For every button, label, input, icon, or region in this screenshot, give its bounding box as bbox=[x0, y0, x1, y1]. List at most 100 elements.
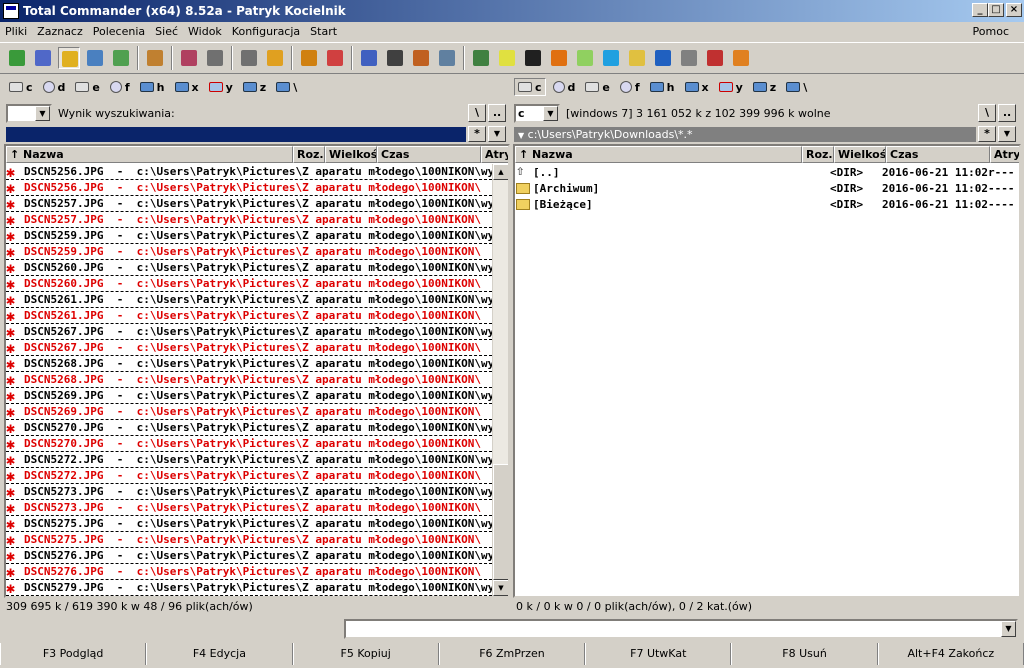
fkey-button-4[interactable]: F6 ZmPrzen bbox=[438, 643, 586, 665]
left-drive-h[interactable]: h bbox=[137, 78, 168, 96]
table-row[interactable]: DSCN5276.JPG - c:\Users\Patryk\Pictures\… bbox=[6, 548, 492, 564]
back-button[interactable] bbox=[204, 47, 226, 69]
table-row[interactable]: DSCN5261.JPG - c:\Users\Patryk\Pictures\… bbox=[6, 292, 492, 308]
right-history-button[interactable]: ▼ bbox=[998, 126, 1016, 142]
left-drive-d[interactable]: d bbox=[40, 78, 69, 96]
right-col-size[interactable]: Wielkość bbox=[834, 146, 886, 163]
archive-unpack-button[interactable] bbox=[298, 47, 320, 69]
scroll-down-arrow-icon[interactable]: ▼ bbox=[493, 580, 508, 596]
right-col-attr[interactable]: Atryb bbox=[990, 146, 1019, 163]
fkey-button-1[interactable]: F3 Podgląd bbox=[0, 643, 147, 665]
full-view-button[interactable] bbox=[58, 47, 80, 69]
tree-view-button[interactable] bbox=[110, 47, 132, 69]
right-drive-x[interactable]: x bbox=[682, 78, 712, 96]
menu-zaznacz[interactable]: Zaznacz bbox=[32, 25, 88, 38]
left-scrollbar[interactable]: ▲ ▼ bbox=[492, 164, 508, 596]
right-drive-y[interactable]: y bbox=[716, 78, 746, 96]
left-history-button[interactable]: ▼ bbox=[488, 126, 506, 142]
left-file-panel[interactable]: ↑ Nazwa Roz. Wielkość Czas Atryb DSCN525… bbox=[4, 144, 510, 598]
fkey-button-7[interactable]: Alt+F4 Zakończ bbox=[877, 643, 1024, 665]
menu-start[interactable]: Start bbox=[305, 25, 342, 38]
left-drive-x[interactable]: x bbox=[172, 78, 202, 96]
brief-view-button[interactable] bbox=[32, 47, 54, 69]
command-line-input[interactable]: ▼ bbox=[344, 619, 1018, 639]
table-row[interactable]: DSCN5268.JPG - c:\Users\Patryk\Pictures\… bbox=[6, 372, 492, 388]
forward-button[interactable] bbox=[238, 47, 260, 69]
table-row[interactable]: [..] <DIR> 2016-06-21 11:02r--- bbox=[515, 164, 1019, 180]
table-row[interactable]: DSCN5270.JPG - c:\Users\Patryk\Pictures\… bbox=[6, 420, 492, 436]
table-row[interactable]: DSCN5272.JPG - c:\Users\Patryk\Pictures\… bbox=[6, 452, 492, 468]
table-row[interactable]: DSCN5275.JPG - c:\Users\Patryk\Pictures\… bbox=[6, 516, 492, 532]
right-col-name[interactable]: ↑ Nazwa bbox=[515, 146, 802, 163]
table-row[interactable]: DSCN5273.JPG - c:\Users\Patryk\Pictures\… bbox=[6, 500, 492, 516]
menu-siec[interactable]: Sieć bbox=[150, 25, 183, 38]
calc-button[interactable] bbox=[600, 47, 622, 69]
right-drive-d[interactable]: d bbox=[550, 78, 579, 96]
right-drive-network[interactable]: \ bbox=[783, 78, 810, 96]
chevron-down-icon[interactable]: ▼ bbox=[35, 105, 50, 121]
left-drive-y[interactable]: y bbox=[206, 78, 236, 96]
table-row[interactable]: DSCN5273.JPG - c:\Users\Patryk\Pictures\… bbox=[6, 484, 492, 500]
folder-button[interactable] bbox=[626, 47, 648, 69]
right-root-button[interactable]: \ bbox=[978, 104, 996, 122]
paint-button[interactable] bbox=[704, 47, 726, 69]
ftp-button[interactable] bbox=[324, 47, 346, 69]
fkey-button-6[interactable]: F8 Usuń bbox=[731, 643, 878, 665]
right-col-date[interactable]: Czas bbox=[886, 146, 990, 163]
table-row[interactable]: DSCN5272.JPG - c:\Users\Patryk\Pictures\… bbox=[6, 468, 492, 484]
left-star-button[interactable]: * bbox=[468, 126, 486, 142]
chevron-down-icon[interactable]: ▼ bbox=[1001, 621, 1016, 637]
table-row[interactable]: DSCN5270.JPG - c:\Users\Patryk\Pictures\… bbox=[6, 436, 492, 452]
table-row[interactable]: DSCN5267.JPG - c:\Users\Patryk\Pictures\… bbox=[6, 340, 492, 356]
right-drive-combo[interactable]: c ▼ bbox=[514, 103, 560, 123]
left-scroll-thumb[interactable] bbox=[493, 464, 508, 580]
vlc-button[interactable] bbox=[548, 47, 570, 69]
fkey-button-5[interactable]: F7 UtwKat bbox=[585, 643, 732, 665]
table-row[interactable]: DSCN5269.JPG - c:\Users\Patryk\Pictures\… bbox=[6, 388, 492, 404]
menu-pomoc[interactable]: Pomoc bbox=[968, 25, 1014, 38]
sync-dirs-button[interactable] bbox=[436, 47, 458, 69]
u-button[interactable] bbox=[730, 47, 752, 69]
table-row[interactable]: DSCN5260.JPG - c:\Users\Patryk\Pictures\… bbox=[6, 260, 492, 276]
left-col-ext[interactable]: Roz. bbox=[293, 146, 325, 163]
fkey-button-2[interactable]: F4 Edycja bbox=[146, 643, 293, 665]
right-drive-f[interactable]: f bbox=[617, 78, 643, 96]
table-row[interactable]: DSCN5256.JPG - c:\Users\Patryk\Pictures\… bbox=[6, 180, 492, 196]
minimize-button[interactable]: _ bbox=[972, 3, 988, 17]
pack-button[interactable] bbox=[178, 47, 200, 69]
right-drive-c[interactable]: c bbox=[514, 78, 546, 96]
settings-button[interactable] bbox=[678, 47, 700, 69]
right-drive-h[interactable]: h bbox=[647, 78, 678, 96]
table-row[interactable]: DSCN5267.JPG - c:\Users\Patryk\Pictures\… bbox=[6, 324, 492, 340]
scroll-up-arrow-icon[interactable]: ▲ bbox=[493, 164, 508, 180]
left-col-size[interactable]: Wielkość bbox=[325, 146, 377, 163]
left-drive-f[interactable]: f bbox=[107, 78, 133, 96]
right-drive-z[interactable]: z bbox=[750, 78, 779, 96]
left-current-path[interactable] bbox=[6, 127, 466, 142]
thumbnail-view-button[interactable] bbox=[84, 47, 106, 69]
right-drive-e[interactable]: e bbox=[582, 78, 612, 96]
url-button[interactable] bbox=[358, 47, 380, 69]
table-row[interactable]: DSCN5260.JPG - c:\Users\Patryk\Pictures\… bbox=[6, 276, 492, 292]
right-current-path[interactable]: ▼ c:\Users\Patryk\Downloads\*.* bbox=[514, 127, 976, 142]
menu-konfiguracja[interactable]: Konfiguracja bbox=[227, 25, 305, 38]
table-row[interactable]: DSCN5269.JPG - c:\Users\Patryk\Pictures\… bbox=[6, 404, 492, 420]
menu-widok[interactable]: Widok bbox=[183, 25, 227, 38]
left-drive-network[interactable]: \ bbox=[273, 78, 300, 96]
find-button[interactable] bbox=[384, 47, 406, 69]
left-col-name[interactable]: ↑ Nazwa bbox=[6, 146, 293, 163]
table-row[interactable]: DSCN5259.JPG - c:\Users\Patryk\Pictures\… bbox=[6, 244, 492, 260]
table-row[interactable]: [Archiwum] <DIR> 2016-06-21 11:02 ---- bbox=[515, 180, 1019, 196]
table-row[interactable]: DSCN5256.JPG - c:\Users\Patryk\Pictures\… bbox=[6, 164, 492, 180]
close-button[interactable]: × bbox=[1006, 3, 1022, 17]
left-drive-c[interactable]: c bbox=[6, 78, 36, 96]
compare-dirs-button[interactable] bbox=[144, 47, 166, 69]
left-col-attr[interactable]: Atryb bbox=[481, 146, 508, 163]
table-row[interactable]: DSCN5276.JPG - c:\Users\Patryk\Pictures\… bbox=[6, 564, 492, 580]
table-row[interactable]: DSCN5279.JPG - c:\Users\Patryk\Pictures\… bbox=[6, 580, 492, 596]
book-button[interactable] bbox=[652, 47, 674, 69]
table-row[interactable]: DSCN5257.JPG - c:\Users\Patryk\Pictures\… bbox=[6, 212, 492, 228]
refresh-button[interactable] bbox=[6, 47, 28, 69]
menu-pliki[interactable]: Pliki bbox=[0, 25, 32, 38]
fkey-button-3[interactable]: F5 Kopiuj bbox=[292, 643, 439, 665]
